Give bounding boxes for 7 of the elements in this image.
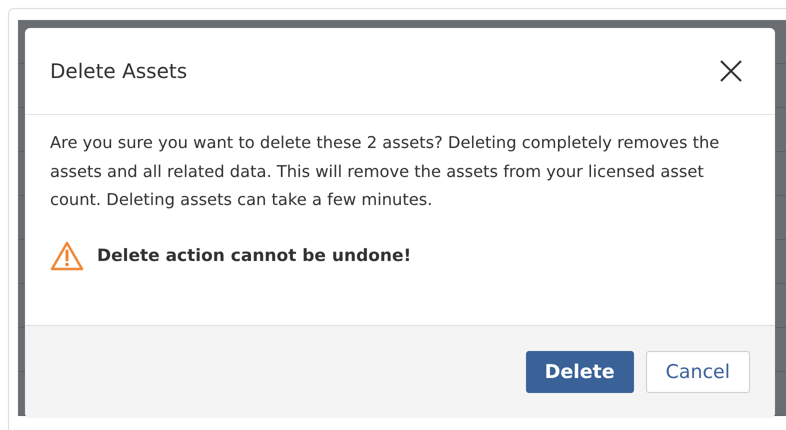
warning-text: Delete action cannot be undone! — [97, 246, 412, 266]
delete-button[interactable]: Delete — [526, 351, 634, 393]
close-icon[interactable] — [719, 59, 743, 83]
cancel-button[interactable]: Cancel — [646, 351, 750, 393]
dialog-message: Are you sure you want to delete these 2 assets? Deleting completely removes the assets and all related data. This will remove the assets from your licensed asset count. Deleting assets can take a few minutes. — [50, 132, 720, 211]
warning-icon — [50, 240, 84, 270]
dialog-title: Delete Assets — [50, 59, 188, 83]
